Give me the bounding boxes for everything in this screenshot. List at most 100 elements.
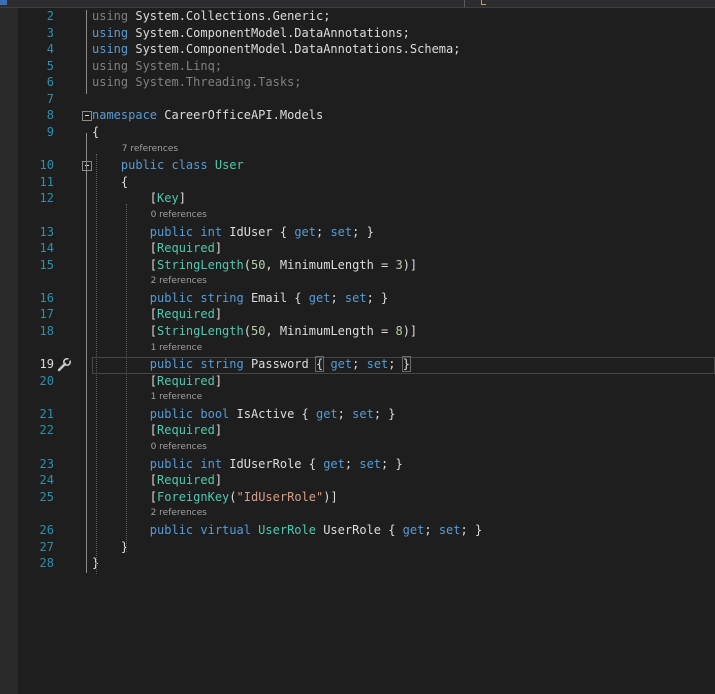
code-token: IdUserRole { — [229, 457, 324, 471]
code-token: ; — [352, 357, 367, 371]
code-token: class — [171, 158, 215, 172]
codelens-references-link[interactable]: 1 reference — [151, 389, 203, 406]
codelens-references-link[interactable]: 1 reference — [151, 340, 203, 357]
code-text[interactable]: [ForeignKey("IdUserRole")] — [92, 489, 338, 506]
code-token: System.ComponentModel.DataAnnotations.Sc… — [135, 42, 461, 56]
code-text[interactable]: [Required] — [92, 422, 222, 439]
codelens-references-link[interactable]: 2 references — [151, 505, 207, 522]
collapse-icon[interactable] — [82, 111, 92, 121]
codelens-row: 1 reference — [0, 389, 715, 406]
code-text[interactable]: public class User — [92, 157, 244, 174]
quick-actions-wrench-icon[interactable] — [56, 356, 72, 373]
code-token: string — [200, 291, 251, 305]
code-token: ( — [243, 258, 251, 272]
code-text[interactable]: public string Email { get; set; } — [92, 290, 388, 307]
code-token: public — [92, 158, 172, 172]
code-token: ; — [337, 407, 353, 421]
code-text[interactable]: [Required] — [92, 306, 222, 323]
code-token: 50 — [250, 258, 266, 272]
line-number: 3 — [46, 26, 54, 40]
codelens-references-link[interactable]: 2 references — [151, 273, 207, 290]
code-token: get — [330, 357, 353, 371]
line-number: 17 — [39, 307, 54, 321]
code-token: User — [214, 158, 244, 172]
code-token: set — [352, 407, 374, 421]
code-text[interactable]: public virtual UserRole UserRole { get ; … — [92, 522, 482, 539]
codelens-references-link[interactable]: 0 references — [151, 439, 207, 456]
code-token: ; — [330, 291, 345, 305]
code-text[interactable]: namespace CareerOfficeAPI.Models — [92, 107, 323, 124]
code-text[interactable]: public string Password { get; set; } — [92, 356, 412, 373]
code-token: ] — [214, 307, 223, 321]
codelens-references-link[interactable]: 0 references — [151, 207, 207, 224]
codelens-references-link[interactable]: 7 references — [122, 141, 178, 158]
code-line: 13 public int IdUser { get; set; } — [0, 224, 715, 241]
line-number: 11 — [39, 175, 54, 189]
code-text[interactable]: public int IdUser { get; set; } — [92, 224, 374, 241]
code-text[interactable]: public bool IsActive { get; set; } — [92, 406, 396, 423]
code-token: 50 — [250, 324, 266, 338]
code-text[interactable]: public int IdUserRole { get; set; } — [92, 456, 403, 473]
code-text[interactable]: using System.ComponentModel.DataAnnotati… — [92, 25, 410, 42]
line-number: 19 — [39, 357, 54, 371]
code-token: using — [92, 9, 136, 23]
code-text[interactable]: using System.Linq; — [92, 58, 222, 75]
code-line: 26 public virtual UserRole UserRole { ge… — [0, 522, 715, 539]
code-token: ] — [214, 473, 223, 487]
code-token: Required — [157, 374, 215, 388]
code-token: [ — [92, 191, 158, 205]
code-token: public — [92, 225, 201, 239]
code-line: 11 { — [0, 174, 715, 191]
code-text[interactable]: [Required] — [92, 373, 222, 390]
line-number: 13 — [39, 225, 54, 239]
outline-guide — [86, 179, 87, 554]
code-token: ; } — [460, 523, 483, 537]
code-line: 6 using System.Threading.Tasks; — [0, 74, 715, 91]
code-token: Required — [157, 423, 215, 437]
codelens-row: 2 references — [0, 505, 715, 522]
tab-indicator — [0, 0, 7, 5]
code-line: 25 [ForeignKey("IdUserRole")] — [0, 489, 715, 506]
code-token: public — [92, 457, 201, 471]
code-token: get — [323, 457, 345, 471]
code-token: ( — [243, 324, 251, 338]
code-token: set — [344, 291, 367, 305]
code-token: set — [330, 225, 353, 239]
line-number: 9 — [46, 125, 54, 139]
code-token: public — [92, 291, 201, 305]
code-text[interactable]: [StringLength(50, MinimumLength = 3)] — [92, 257, 417, 274]
code-token: "IdUserRole" — [236, 490, 324, 504]
code-text[interactable]: using System.ComponentModel.DataAnnotati… — [92, 41, 460, 58]
code-line: 10 public class User — [0, 157, 715, 174]
code-text[interactable]: [Required] — [92, 240, 222, 257]
line-number: 25 — [39, 490, 54, 504]
indent-guide — [96, 154, 97, 574]
code-token: StringLength — [157, 258, 244, 272]
code-text[interactable]: } — [92, 539, 128, 556]
code-line: 21 public bool IsActive { get; set; } — [0, 406, 715, 423]
code-text[interactable]: [StringLength(50, MinimumLength = 8)] — [92, 323, 417, 340]
code-token: , MinimumLength = — [265, 258, 396, 272]
line-number: 12 — [39, 191, 54, 205]
code-token: public — [92, 407, 201, 421]
tab-edge-icon — [481, 0, 486, 5]
code-token: { — [92, 125, 100, 139]
code-text[interactable]: { — [92, 174, 128, 191]
code-text[interactable]: [Required] — [92, 472, 222, 489]
indent-guide — [126, 204, 127, 552]
code-text[interactable]: { — [92, 124, 99, 141]
code-line: 4 using System.ComponentModel.DataAnnotat… — [0, 41, 715, 58]
code-text[interactable]: [Key] — [92, 190, 186, 207]
line-number: 28 — [39, 556, 54, 570]
line-number: 18 — [39, 324, 54, 338]
code-token: System.ComponentModel.DataAnnotations; — [135, 26, 410, 40]
code-text[interactable]: using System.Threading.Tasks; — [92, 74, 302, 91]
line-number: 8 — [46, 108, 54, 122]
code-token: set — [359, 457, 382, 471]
code-text[interactable]: using System.Collections.Generic; — [92, 8, 330, 25]
code-token: Required — [157, 241, 215, 255]
code-line: 9{ — [0, 124, 715, 141]
code-token: IsActive { — [236, 407, 316, 421]
collapse-icon[interactable] — [82, 161, 92, 171]
code-editor[interactable]: 2 using System.Collections.Generic; 3 using… — [0, 8, 715, 694]
